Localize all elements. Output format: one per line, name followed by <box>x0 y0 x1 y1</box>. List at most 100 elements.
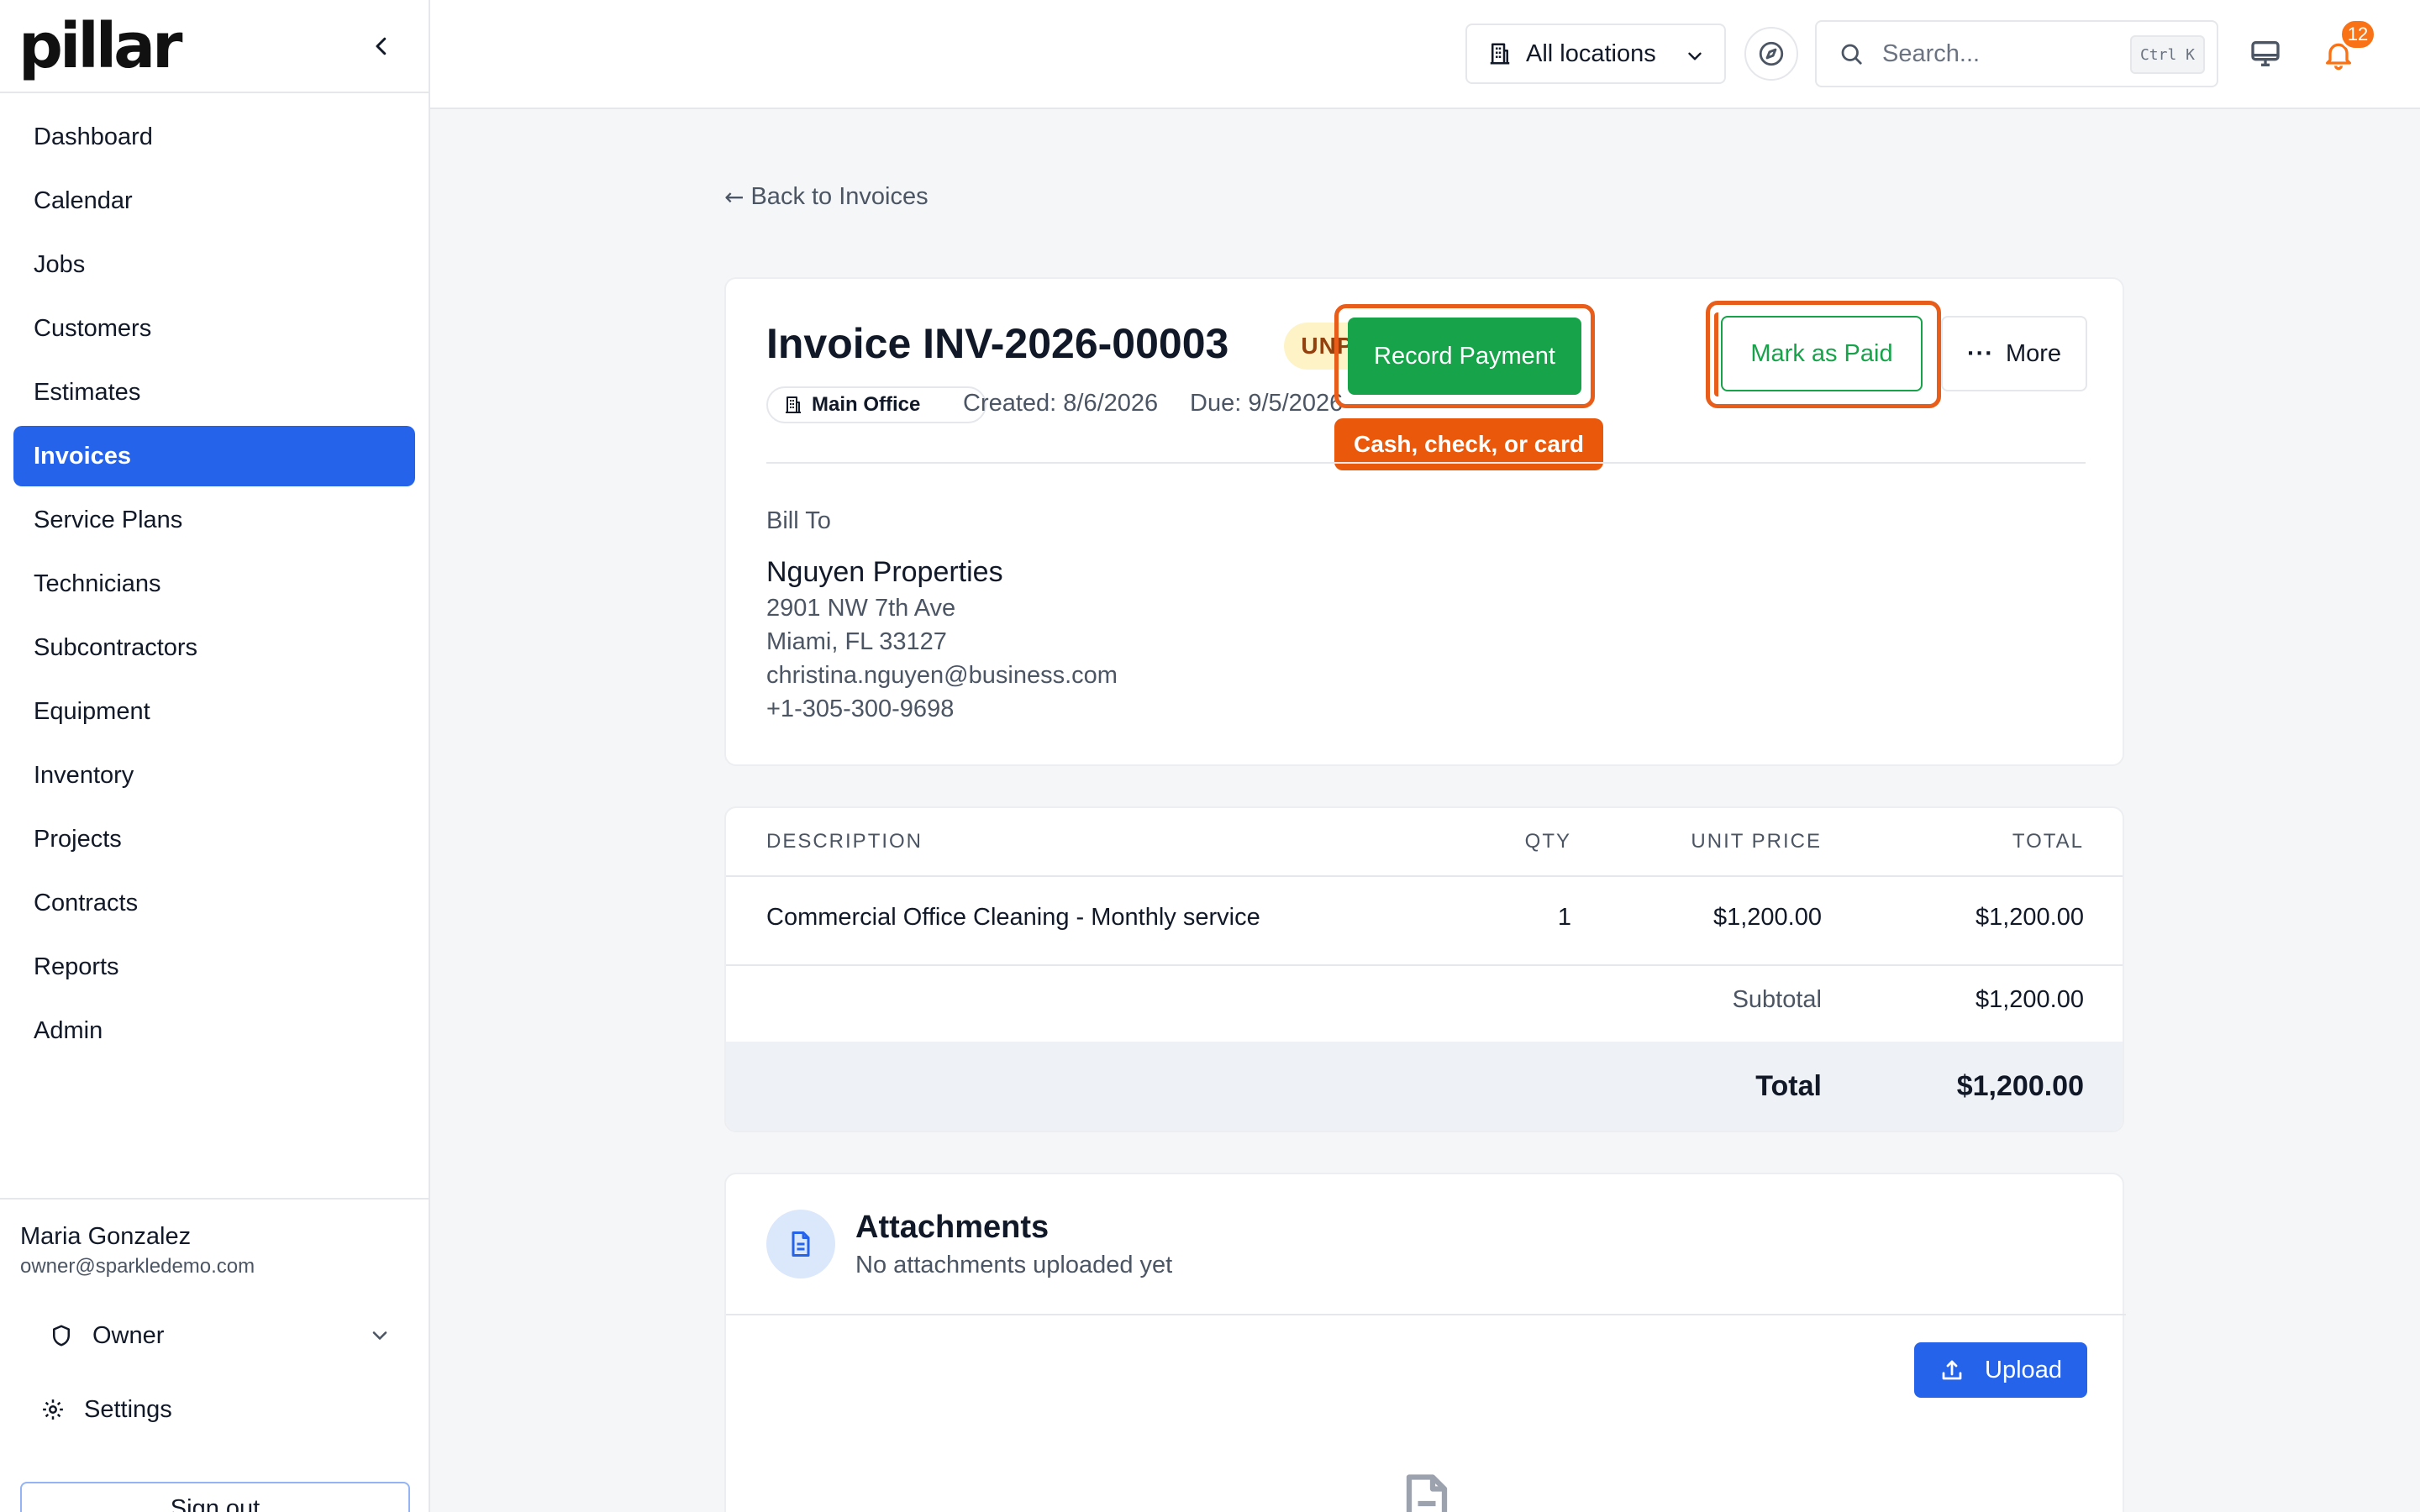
customer-phone[interactable]: +1-305-300-9698 <box>766 696 954 723</box>
sidebar-item-label: Subcontractors <box>34 633 198 661</box>
search-shortcut-hint: Ctrl K <box>2129 35 2205 74</box>
upload-icon <box>1942 1360 1962 1380</box>
main-nav: Dashboard Calendar Jobs Customers Estima… <box>0 93 429 1061</box>
column-header-qty: QTY <box>1524 830 1571 853</box>
sidebar-item-label: Admin <box>34 1016 103 1044</box>
sidebar-item-label: Equipment <box>34 697 150 725</box>
item-total: $1,200.00 <box>1975 904 2084 931</box>
customer-name[interactable]: Nguyen Properties <box>766 556 1003 589</box>
sidebar-item-invoices[interactable]: Invoices <box>13 426 415 486</box>
row-separator <box>726 964 2123 966</box>
upload-label: Upload <box>1985 1356 2062 1383</box>
sidebar-item-label: Technicians <box>34 570 161 597</box>
header-separator <box>726 875 2123 877</box>
empty-state-document-icon <box>1392 1468 1462 1512</box>
sidebar-item-label: Service Plans <box>34 506 183 533</box>
pillar-logo[interactable]: pillar <box>18 15 182 77</box>
role-selector[interactable]: Owner <box>20 1309 403 1362</box>
chevron-left-icon <box>376 37 387 55</box>
item-unit-price: $1,200.00 <box>1712 904 1822 931</box>
back-to-invoices-link[interactable]: ← Back to Invoices <box>724 183 929 211</box>
arrow-left-icon: ← <box>724 183 744 211</box>
building-icon <box>1490 43 1510 65</box>
sidebar-item-subcontractors[interactable]: Subcontractors <box>13 617 415 678</box>
settings-link[interactable]: Settings <box>20 1383 172 1436</box>
item-qty: 1 <box>1557 904 1571 931</box>
sidebar-item-jobs[interactable]: Jobs <box>13 234 415 295</box>
chevron-down-icon <box>372 1331 387 1340</box>
sidebar-item-label: Contracts <box>34 889 139 916</box>
sidebar-item-customers[interactable]: Customers <box>13 298 415 359</box>
explore-button[interactable] <box>1744 27 1798 81</box>
created-date: Created: 8/6/2026 <box>963 390 1159 417</box>
location-select-value: All locations <box>1526 39 1656 67</box>
due-date: Due: 9/5/2026 <box>1190 390 1344 417</box>
sidebar-item-admin[interactable]: Admin <box>13 1000 415 1061</box>
collapse-sidebar-button[interactable] <box>365 29 398 63</box>
document-icon <box>792 1231 810 1257</box>
mark-as-paid-button[interactable]: Mark as Paid <box>1721 316 1923 391</box>
column-header-total: TOTAL <box>2012 830 2084 853</box>
sidebar-item-label: Jobs <box>34 250 86 278</box>
sidebar-item-label: Invoices <box>34 442 132 470</box>
sidebar-item-projects[interactable]: Projects <box>13 809 415 869</box>
compass-icon <box>1759 41 1784 66</box>
sidebar-item-reports[interactable]: Reports <box>13 937 415 997</box>
divider <box>726 1314 2126 1315</box>
shield-icon <box>53 1325 70 1347</box>
search-icon <box>1841 44 1862 65</box>
bill-to-label: Bill To <box>766 507 831 534</box>
search-bar[interactable]: Ctrl K <box>1815 20 2218 87</box>
subtotal-value: $1,200.00 <box>1975 986 2084 1013</box>
more-label: More <box>2005 339 2062 367</box>
back-link-label: Back to Invoices <box>750 183 929 210</box>
chevron-down-icon <box>1688 52 1702 60</box>
sidebar-item-label: Customers <box>34 314 152 342</box>
sidebar-item-service-plans[interactable]: Service Plans <box>13 490 415 550</box>
user-name: Maria Gonzalez <box>20 1223 192 1250</box>
search-input[interactable] <box>1882 39 2101 68</box>
attachments-title: Attachments <box>855 1210 1050 1245</box>
sidebar-item-equipment[interactable]: Equipment <box>13 681 415 742</box>
sidebar: pillar Dashboard Calendar Jobs Customers… <box>0 0 430 1512</box>
sidebar-item-technicians[interactable]: Technicians <box>13 554 415 614</box>
location-chip-label: Main Office <box>812 393 921 416</box>
sign-out-button[interactable]: Sign out <box>20 1482 410 1512</box>
total-label: Total <box>1755 1070 1822 1102</box>
user-panel: Maria Gonzalez owner@sparkledemo.com Own… <box>0 1198 429 1512</box>
ellipsis-icon: ··· <box>1966 339 1994 367</box>
sidebar-item-calendar[interactable]: Calendar <box>13 171 415 231</box>
sidebar-item-inventory[interactable]: Inventory <box>13 745 415 806</box>
top-bar: All locations Ctrl K 12 <box>430 0 2420 109</box>
sidebar-item-label: Estimates <box>34 378 141 406</box>
item-description: Commercial Office Cleaning - Monthly ser… <box>766 904 1260 931</box>
sidebar-item-label: Projects <box>34 825 122 853</box>
customer-address-line1: 2901 NW 7th Ave <box>766 595 956 622</box>
settings-label: Settings <box>84 1395 172 1423</box>
brand-bar: pillar <box>0 0 429 93</box>
record-payment-button[interactable]: Record Payment <box>1348 318 1581 395</box>
notification-count-badge: 12 <box>2339 18 2376 50</box>
column-header-unit-price: UNIT PRICE <box>1691 830 1822 853</box>
total-row <box>726 1042 2123 1131</box>
subtotal-label: Subtotal <box>1732 986 1822 1013</box>
column-header-description: DESCRIPTION <box>766 830 923 853</box>
attachments-icon-badge <box>766 1210 835 1278</box>
attachments-card: Attachments No attachments uploaded yet … <box>724 1173 2126 1512</box>
monitor-icon <box>2251 41 2280 66</box>
invoice-card: Invoice INV-2026-00003 UNPAID Main Offic… <box>724 277 2124 766</box>
sidebar-item-estimates[interactable]: Estimates <box>13 362 415 423</box>
attachments-subtitle: No attachments uploaded yet <box>855 1252 1173 1278</box>
more-actions-button[interactable]: ··· More <box>1941 316 2087 391</box>
sidebar-item-contracts[interactable]: Contracts <box>13 873 415 933</box>
page-title: Invoice INV-2026-00003 <box>766 320 1229 367</box>
role-label: Owner <box>92 1321 165 1349</box>
location-select[interactable]: All locations <box>1465 24 1726 84</box>
display-mode-button[interactable] <box>2245 34 2286 74</box>
upload-button[interactable]: Upload <box>1914 1342 2087 1398</box>
sidebar-item-dashboard[interactable]: Dashboard <box>13 107 415 167</box>
customer-email[interactable]: christina.nguyen@business.com <box>766 662 1118 690</box>
sidebar-item-label: Dashboard <box>34 123 153 150</box>
user-email: owner@sparkledemo.com <box>20 1255 255 1278</box>
sidebar-item-label: Reports <box>34 953 119 980</box>
